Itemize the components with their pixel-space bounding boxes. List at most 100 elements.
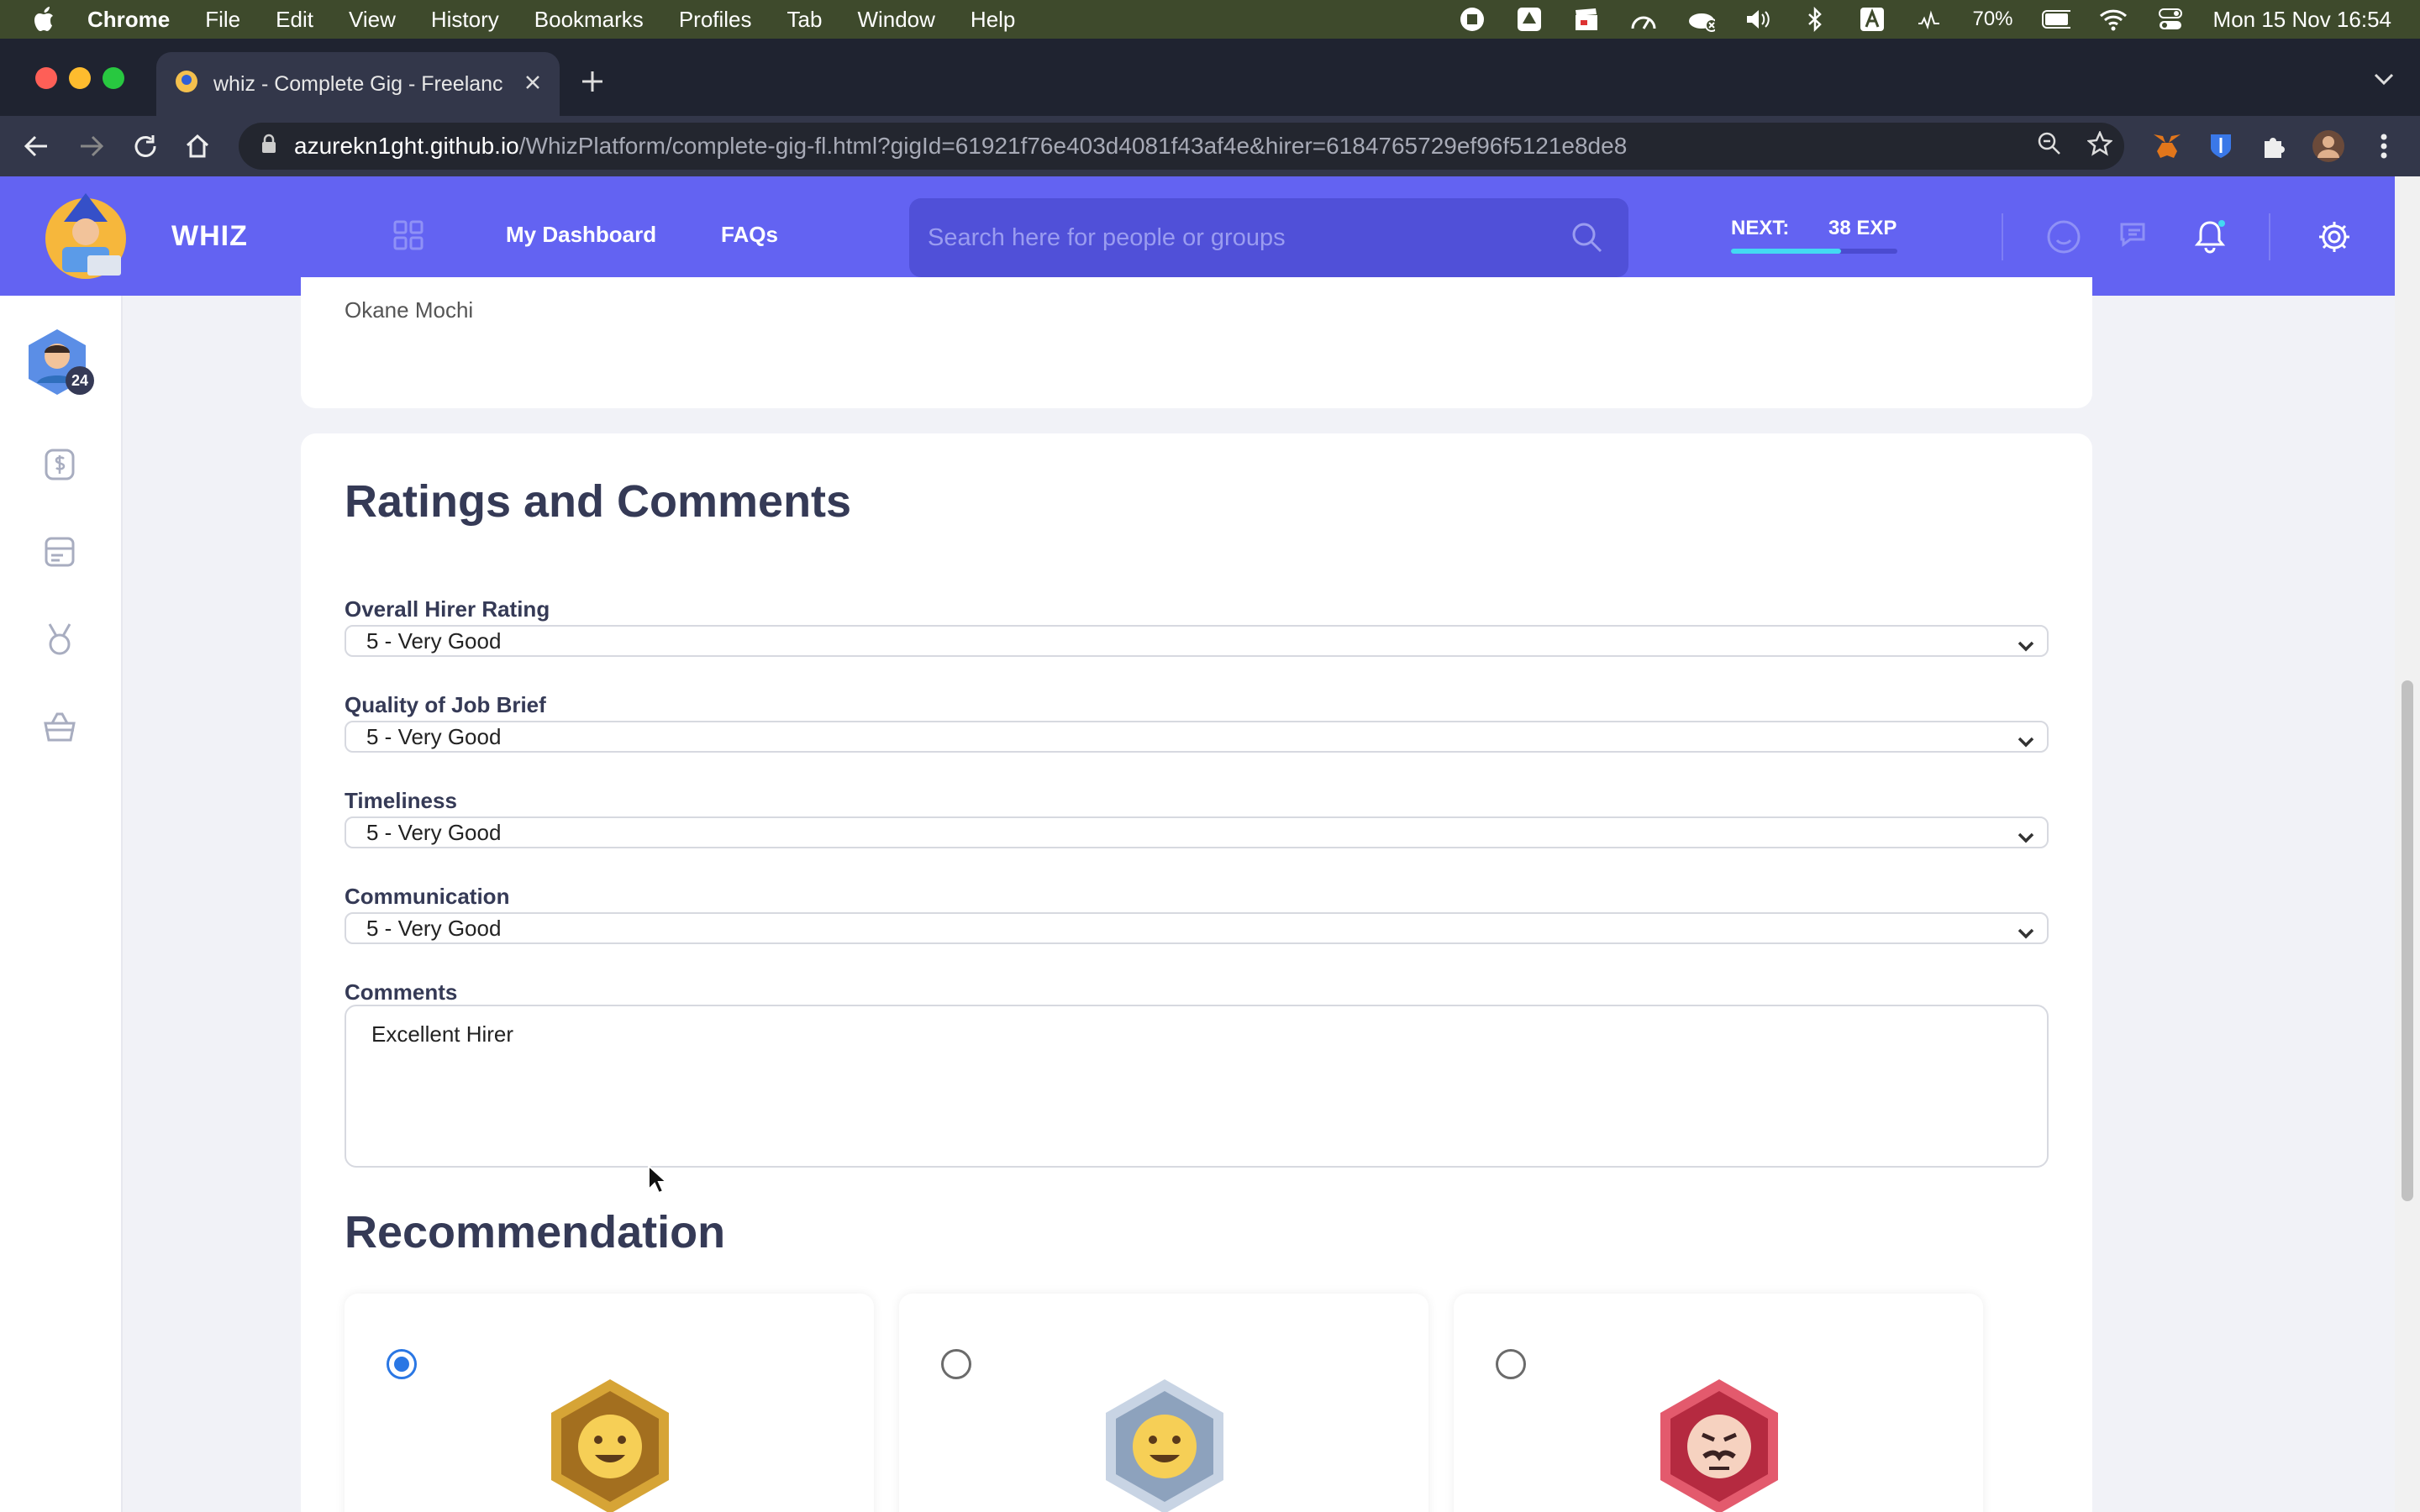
exp-progress-fill [1731,249,1841,254]
exp-progress-bar [1731,249,1897,254]
recommendation-radio-positive[interactable] [387,1349,417,1379]
menu-tab[interactable]: Tab [787,7,823,33]
browser-menu-icon[interactable] [2363,125,2405,167]
cloud-icon[interactable] [1686,7,1716,32]
bookmark-star-icon[interactable] [2086,129,2113,162]
search-box [909,198,1628,277]
new-tab-button[interactable] [580,69,605,96]
communication-select[interactable]: 5 - Very Good [345,912,2049,944]
zoom-icon[interactable] [2037,131,2062,162]
profile-avatar[interactable] [2307,125,2349,167]
clapper-icon[interactable] [1572,7,1601,32]
search-icon[interactable] [1570,220,1603,258]
chat-icon[interactable] [2116,217,2156,257]
communication-value: 5 - Very Good [366,915,502,941]
nav-faqs[interactable]: FAQs [721,222,778,248]
battery-percent: 70% [1972,8,2013,30]
browser-tab-active[interactable]: whiz - Complete Gig - Freelanc [156,52,560,116]
menu-file[interactable]: File [205,7,240,33]
medal-icon[interactable] [40,620,79,659]
bitwarden-icon[interactable] [2200,125,2242,167]
silver-smile-badge-icon [1101,1376,1228,1512]
activity-icon[interactable] [1915,7,1944,32]
scrollbar-thumb[interactable] [2402,680,2413,1201]
record-icon[interactable] [1458,7,1486,32]
menu-app-chrome[interactable]: Chrome [87,7,170,33]
url-path: /WhizPlatform/complete-gig-fl.html?gigId… [518,133,1628,159]
recommendation-heading: Recommendation [345,1207,726,1257]
header-divider [2002,213,2003,260]
macos-menu-bar: Chrome File Edit View History Bookmarks … [0,0,2420,39]
red-angry-badge-icon [1655,1376,1783,1512]
recommendation-option-negative[interactable] [1454,1294,1983,1512]
chevron-down-icon [2017,825,2035,851]
browser-tab-strip: whiz - Complete Gig - Freelanc [0,39,2420,116]
reload-icon[interactable] [124,125,166,167]
card-list-icon[interactable] [40,533,79,571]
comments-textarea[interactable]: Excellent Hirer [345,1005,2049,1168]
settings-gear-icon[interactable] [2314,217,2354,257]
ratings-heading: Ratings and Comments [345,476,852,527]
battery-icon[interactable] [2041,7,2070,32]
search-input[interactable] [928,223,1549,252]
notification-bell-icon[interactable] [2190,217,2230,257]
menu-window[interactable]: Window [857,7,934,33]
basket-icon[interactable] [40,707,79,746]
menu-help[interactable]: Help [971,7,1015,33]
smiley-icon[interactable] [2044,217,2084,257]
minimize-window-button[interactable] [69,67,91,89]
apple-icon[interactable] [34,7,57,32]
exp-next-label: NEXT: [1731,217,1790,239]
menu-history[interactable]: History [431,7,499,33]
url-host: azurekn1ght.github.io [294,133,519,159]
bluetooth-icon[interactable] [1801,7,1829,32]
control-center-icon[interactable] [2156,7,2185,32]
menubar-clock[interactable]: Mon 15 Nov 16:54 [2213,7,2391,33]
brand-name[interactable]: WHIZ [171,220,248,253]
address-bar[interactable]: azurekn1ght.github.io/WhizPlatform/compl… [239,123,2124,170]
dollar-icon[interactable] [40,445,79,484]
hirer-info-card: Okane Mochi [301,277,2092,408]
job-brief-quality-value: 5 - Very Good [366,723,502,749]
chevron-down-icon [2017,633,2035,659]
overall-rating-value: 5 - Very Good [366,627,502,654]
user-level-badge: 24 [66,366,94,395]
metamask-icon[interactable] [2146,125,2188,167]
recommendation-radio-negative[interactable] [1496,1349,1526,1379]
recommendation-option-positive[interactable] [345,1294,874,1512]
menu-bookmarks[interactable]: Bookmarks [534,7,644,33]
recommendation-option-neutral[interactable] [899,1294,1428,1512]
input-source-icon[interactable] [1858,7,1886,32]
tab-search-chevron-icon[interactable] [2373,72,2395,90]
timeliness-select[interactable]: 5 - Very Good [345,816,2049,848]
favicon-icon [175,70,198,99]
drive-icon[interactable] [1515,7,1544,32]
extensions-puzzle-icon[interactable] [2254,125,2296,167]
lock-icon[interactable] [260,133,277,160]
wifi-icon[interactable] [2099,7,2128,32]
user-avatar[interactable]: 24 [25,328,96,398]
header-divider [2269,213,2270,260]
whiz-mascot-logo[interactable] [39,188,133,282]
apps-grid-icon[interactable] [393,220,424,255]
back-arrow-icon[interactable] [15,125,57,167]
zoom-window-button[interactable] [103,67,124,89]
job-brief-quality-label: Quality of Job Brief [345,692,546,717]
tab-close-icon[interactable] [524,72,541,97]
speedometer-icon[interactable] [1629,7,1658,32]
menu-profiles[interactable]: Profiles [679,7,752,33]
forward-arrow-icon[interactable] [71,125,113,167]
overall-rating-label: Overall Hirer Rating [345,596,550,622]
job-brief-quality-select[interactable]: 5 - Very Good [345,721,2049,753]
close-window-button[interactable] [35,67,57,89]
page-scrollbar[interactable] [2395,176,2420,1512]
volume-icon[interactable] [1744,7,1772,32]
exp-value: 38 EXP [1828,217,1897,239]
overall-rating-select[interactable]: 5 - Very Good [345,625,2049,657]
menu-edit[interactable]: Edit [276,7,313,33]
recommendation-radio-neutral[interactable] [941,1349,971,1379]
menu-view[interactable]: View [349,7,396,33]
nav-my-dashboard[interactable]: My Dashboard [506,222,656,248]
hirer-name: Okane Mochi [345,297,474,323]
home-icon[interactable] [176,125,218,167]
